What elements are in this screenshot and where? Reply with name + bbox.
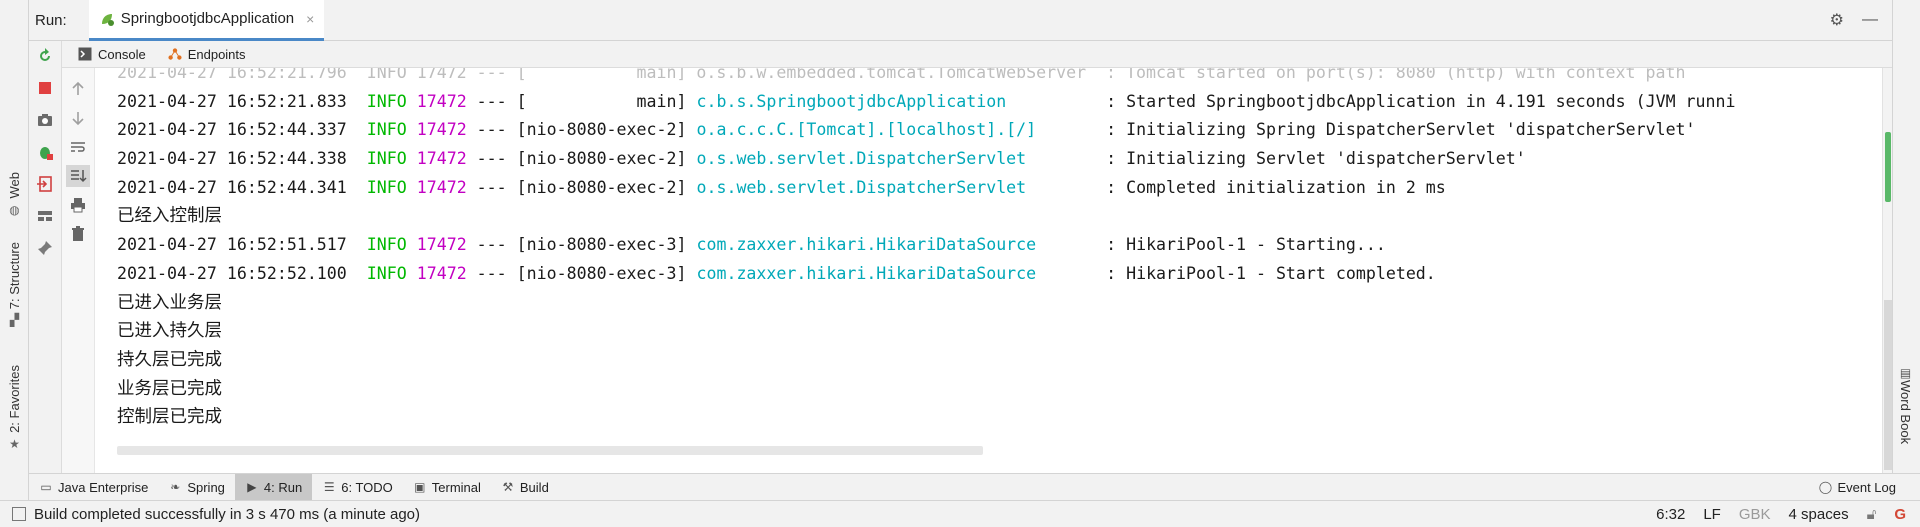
java-enterprise-icon: ▭ [40,480,52,494]
run-label-tool: 4: Run [263,479,303,495]
spring-leaf-icon: ❧ [170,480,181,494]
scroll-to-end-icon[interactable] [66,165,90,187]
tool-window-bar: ▭ Java Enterprise ❧ Spring ▶ 4: Run ☰ 6:… [29,473,1920,501]
right-tool-strip: ▤ Word Book [1892,0,1920,500]
run-tool-window-header: Run: SpringbootjdbcApplication × ⚙ — [29,0,1892,41]
console-text-line: 业务层已完成 [117,378,222,399]
status-message[interactable]: Build completed successfully in 3 s 470 … [34,506,420,523]
word-book-label: Word Book [1898,380,1913,445]
vertical-scrollbar[interactable] [1882,68,1892,473]
print-icon[interactable] [66,194,90,216]
event-log-bubble-icon: ◯ [1818,480,1833,494]
event-log-tool-button[interactable]: ◯ Event Log [1808,474,1920,501]
indent-setting[interactable]: 4 spaces [1789,506,1849,523]
close-tab-icon[interactable]: × [306,11,314,27]
scrollbar-thumb[interactable] [1884,300,1892,470]
star-icon: ★ [9,436,20,451]
event-log-label: Event Log [1837,479,1896,495]
run-label: Run: [35,11,67,29]
endpoints-tab[interactable]: Endpoints [168,47,246,62]
rerun-icon[interactable] [33,45,57,67]
layout-icon[interactable] [33,205,57,227]
endpoints-icon [168,47,182,61]
build-label: Build [519,479,549,495]
settings-gear-icon[interactable]: ⚙ [1830,10,1844,30]
terminal-icon: ▣ [414,480,426,494]
google-icon[interactable]: G [1894,506,1906,523]
log-line: 2021-04-27 16:52:44.341 INFO 17472 --- [… [117,177,1446,197]
console-line-clipped: 2021-04-27 16:52:21.796 INFO 17472 --- [… [117,68,1686,82]
lock-icon[interactable]: 🔓︎ [1867,506,1877,523]
console-tab[interactable]: Console [78,47,146,62]
log-line: 2021-04-27 16:52:44.338 INFO 17472 --- [… [117,149,1526,169]
todo-tool-button[interactable]: ☰ 6: TODO [312,474,403,501]
favorites-tab-label: 2: Favorites [7,365,22,433]
clear-trash-icon[interactable] [66,223,90,245]
endpoints-tab-label: Endpoints [187,46,246,62]
log-line: 2021-04-27 16:52:51.517 INFO 17472 --- [… [117,235,1386,255]
console-text-line: 已进入持久层 [117,321,222,342]
console-text-line: 已进入业务层 [117,292,222,313]
spring-tool-button[interactable]: ❧ Spring [158,474,235,501]
file-encoding[interactable]: GBK [1739,506,1771,523]
spring-label: Spring [187,479,225,495]
console-tab-label: Console [98,46,146,62]
console-action-toolbar [62,68,95,473]
console-text-line: 持久层已完成 [117,349,222,370]
run-action-toolbar [29,41,62,473]
pin-icon[interactable] [33,237,57,259]
horizontal-scrollbar[interactable] [117,446,983,455]
arrow-down-icon[interactable] [66,107,90,129]
log-line: 2021-04-27 16:52:44.337 INFO 17472 --- [… [117,120,1696,140]
word-book-tool-tab[interactable]: ▤ Word Book [1898,366,1913,444]
terminal-label: Terminal [431,479,481,495]
favorites-tool-tab[interactable]: 2: Favorites ★ [2,365,27,451]
web-tab-label: Web [7,172,22,199]
build-tool-button[interactable]: ⚒ Build [491,474,559,501]
exit-login-icon[interactable] [33,173,57,195]
console-subtabs: Console Endpoints [62,41,1892,68]
terminal-tool-button[interactable]: ▣ Terminal [403,474,491,501]
arrow-up-icon[interactable] [66,78,90,100]
globe-icon: ◍ [9,202,20,217]
todo-list-icon: ☰ [323,480,335,494]
java-enterprise-tool-button[interactable]: ▭ Java Enterprise [29,474,158,501]
todo-label: 6: TODO [341,479,393,495]
stop-icon[interactable] [33,77,57,99]
run-tool-button[interactable]: ▶ 4: Run [234,473,313,501]
run-config-tab[interactable]: SpringbootjdbcApplication × [88,0,325,41]
console-text-line: 控制层已完成 [117,407,222,428]
status-bar: Build completed successfully in 3 s 470 … [0,500,1920,527]
camera-snapshot-icon[interactable] [33,109,57,131]
run-config-tab-title: SpringbootjdbcApplication [120,10,295,27]
line-separator[interactable]: LF [1703,506,1721,523]
structure-tool-tab[interactable]: 7: Structure ▞ [2,242,27,327]
left-tool-strip: Web ◍ 7: Structure ▞ 2: Favorites ★ [0,0,29,500]
log-line: 2021-04-27 16:52:21.833 INFO 17472 --- [… [117,91,1736,111]
scrollbar-marker [1885,132,1891,202]
log-line: 2021-04-27 16:52:52.100 INFO 17472 --- [… [117,263,1436,283]
java-enterprise-label: Java Enterprise [58,479,149,495]
web-tool-tab[interactable]: Web ◍ [2,172,27,217]
debug-bug-icon[interactable] [33,141,57,163]
caret-position[interactable]: 6:32 [1656,506,1685,523]
hammer-icon: ⚒ [502,480,514,494]
soft-wrap-icon[interactable] [66,136,90,158]
console-text-line: 已经入控制层 [117,206,222,227]
spring-boot-icon [101,13,114,26]
structure-icon: ▞ [9,313,20,328]
run-play-icon: ▶ [247,480,257,494]
structure-tab-label: 7: Structure [7,242,22,310]
console-icon [78,47,92,61]
console-output[interactable]: 2021-04-27 16:52:21.796 INFO 17472 --- [… [96,68,1892,473]
minimize-icon[interactable]: — [1862,11,1878,29]
book-icon: ▤ [1899,366,1912,380]
toggle-tool-windows-icon[interactable] [12,507,26,521]
